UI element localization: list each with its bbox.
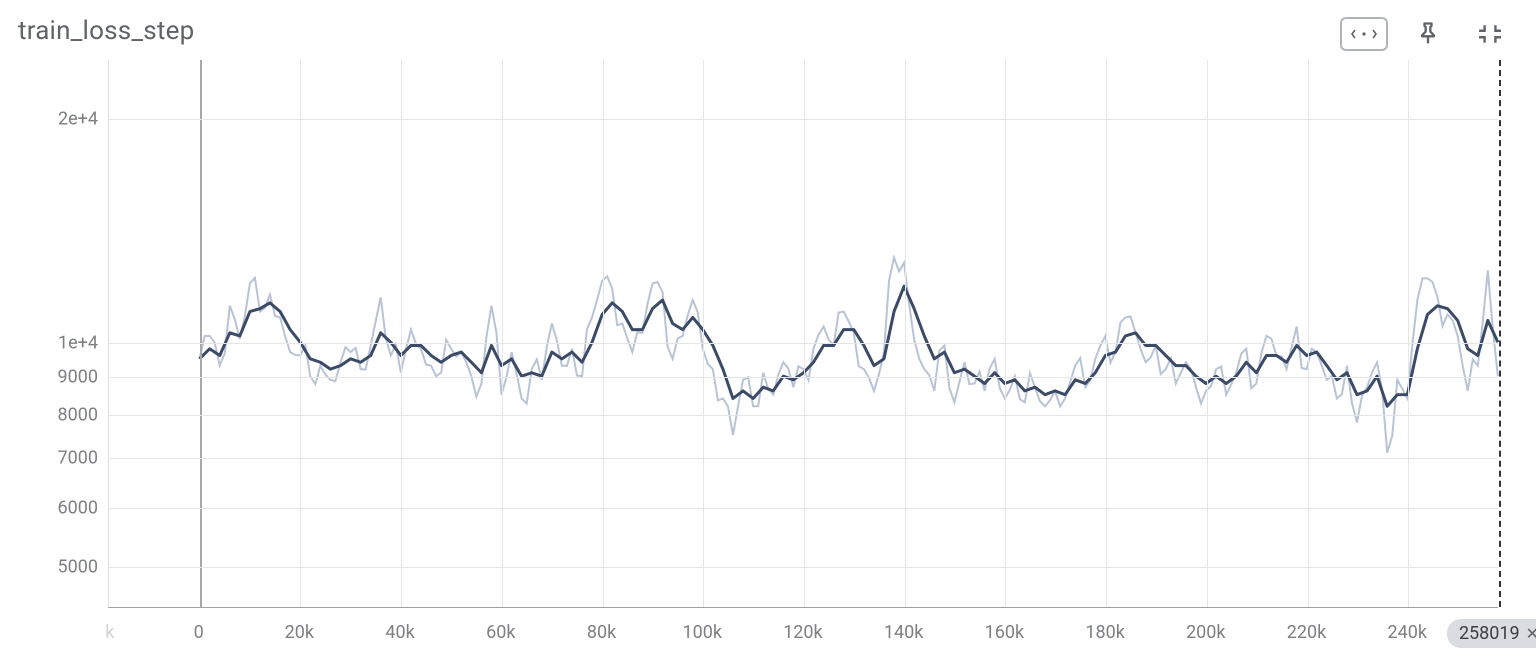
x-tick-label-faded: k [105, 622, 114, 643]
x-tick-label: 80k [587, 622, 616, 643]
series-raw [200, 258, 1498, 453]
chart-panel: train_loss_step 5000 6000 7000 8000 9000 1e+4… [0, 0, 1536, 662]
y-tick-label: 8000 [58, 404, 98, 425]
x-tick-label: 140k [884, 622, 923, 643]
gridline-v [1408, 60, 1409, 607]
gridline-v [401, 60, 402, 607]
x-tick-label: 60k [486, 622, 515, 643]
gridline-h [109, 508, 1498, 509]
gridline-v [804, 60, 805, 607]
pin-icon [1414, 20, 1442, 48]
cursor-value-text: 258019 [1459, 623, 1520, 644]
y-tick-label: 2e+4 [58, 108, 98, 129]
gridline-h [109, 377, 1498, 378]
gridline-v [1106, 60, 1107, 607]
x-tick-label: 200k [1186, 622, 1225, 643]
x-tick-label: 20k [285, 622, 314, 643]
chart-area[interactable]: 5000 6000 7000 8000 9000 1e+4 2e+4 0 20k 40k 60k 8… [18, 60, 1518, 656]
x-tick-label: 0 [194, 622, 204, 643]
y-tick-label: 1e+4 [58, 332, 98, 353]
chart-title: train_loss_step [18, 16, 194, 46]
x-tick-label: 240k [1388, 622, 1427, 643]
gridline-v [603, 60, 604, 607]
gridline-v [502, 60, 503, 607]
y-tick-label: 5000 [58, 556, 98, 577]
series-smoothed [200, 286, 1498, 406]
x-axis: 0 20k 40k 60k 80k 100k 120k 140k 160k 180k 200k 220… [108, 610, 1498, 656]
gridline-v [905, 60, 906, 607]
y-axis: 5000 6000 7000 8000 9000 1e+4 2e+4 [18, 60, 106, 608]
y-tick-label: 6000 [58, 497, 98, 518]
fit-extents-icon [1351, 26, 1377, 42]
y-tick-label: 9000 [58, 366, 98, 387]
x-tick-label: 120k [783, 622, 822, 643]
x-tick-label: 180k [1085, 622, 1124, 643]
chart-toolbar [1340, 12, 1512, 56]
gridline-v [1308, 60, 1309, 607]
close-icon[interactable]: ✕ [1526, 624, 1536, 643]
collapse-icon [1477, 21, 1503, 47]
gridline-v [1207, 60, 1208, 607]
pin-button[interactable] [1406, 12, 1450, 56]
plot-area[interactable] [108, 60, 1498, 608]
gridline-v [200, 60, 202, 607]
fullscreen-toggle-button[interactable] [1468, 12, 1512, 56]
gridline-h [109, 458, 1498, 459]
x-tick-label: 160k [985, 622, 1024, 643]
gridline-h [109, 567, 1498, 568]
gridline-v [703, 60, 704, 607]
gridline-v [1005, 60, 1006, 607]
x-tick-label: 40k [385, 622, 414, 643]
gridline-h [109, 343, 1498, 344]
gridline-h [109, 119, 1498, 120]
gridline-h [109, 415, 1498, 416]
y-tick-label: 7000 [58, 448, 98, 469]
x-tick-label: 100k [682, 622, 721, 643]
cursor-value-badge[interactable]: 258019 ✕ [1447, 619, 1536, 648]
x-tick-label: 220k [1287, 622, 1326, 643]
fit-data-button[interactable] [1340, 17, 1388, 51]
gridline-v [300, 60, 301, 607]
cursor-line[interactable] [1499, 60, 1501, 607]
